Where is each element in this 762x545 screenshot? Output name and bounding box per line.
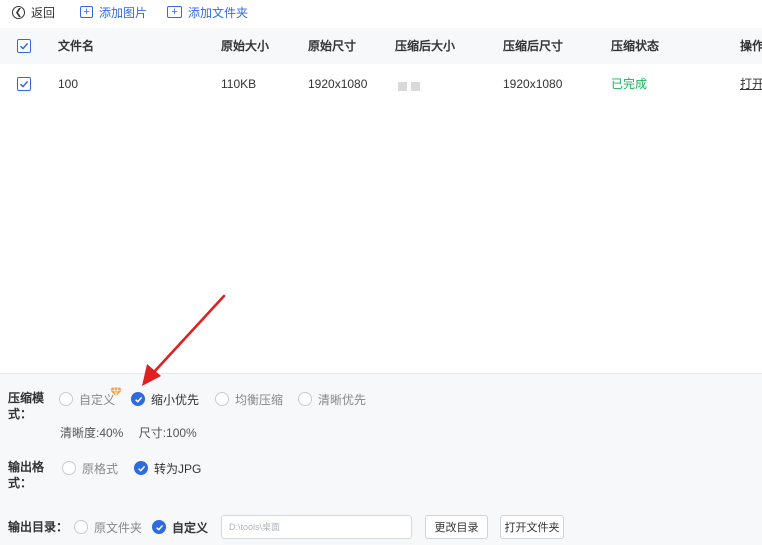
add-folder-button[interactable]: + 添加文件夹 xyxy=(167,4,248,20)
row-filename: 100 xyxy=(58,77,79,91)
col-original-size: 原始大小 xyxy=(221,39,270,53)
vip-gem-icon xyxy=(110,387,122,397)
radio-custom[interactable]: 自定义 xyxy=(59,391,115,407)
row-original-dimensions: 1920x1080 xyxy=(308,77,368,91)
row-compressed-size-blurred xyxy=(398,80,428,91)
open-folder-button[interactable]: 打开文件夹 xyxy=(500,515,564,539)
radio-unchecked-icon xyxy=(298,392,312,406)
back-button[interactable]: ❮ 返回 xyxy=(12,4,55,20)
table-header: 文件名 原始大小 原始尺寸 压缩后大小 压缩后尺寸 压缩状态 操作 xyxy=(0,28,762,64)
radio-clarity-first[interactable]: 清晰优先 xyxy=(298,391,366,407)
checkbox-checked-icon xyxy=(19,42,29,50)
radio-unchecked-icon xyxy=(74,520,88,534)
radio-custom-dir-label: 自定义 xyxy=(172,520,209,535)
radio-checked-icon xyxy=(131,392,145,406)
col-action: 操作 xyxy=(740,39,762,53)
radio-shrink-first-label: 缩小优先 xyxy=(151,392,200,407)
radio-to-jpg-label: 转为JPG xyxy=(154,461,202,476)
add-image-label: 添加图片 xyxy=(99,5,148,20)
size-value: 尺寸:100% xyxy=(138,426,197,440)
add-folder-label: 添加文件夹 xyxy=(188,5,249,20)
col-compressed-dimensions: 压缩后尺寸 xyxy=(503,39,564,53)
toolbar: ❮ 返回 + 添加图片 + 添加文件夹 xyxy=(0,0,762,24)
radio-checked-icon xyxy=(134,461,148,475)
col-filename: 文件名 xyxy=(58,39,95,53)
change-dir-button[interactable]: 更改目录 xyxy=(425,515,488,539)
radio-checked-icon xyxy=(152,520,166,534)
col-original-dimensions: 原始尺寸 xyxy=(308,39,357,53)
col-compressed-size: 压缩后大小 xyxy=(395,39,456,53)
select-all-checkbox[interactable] xyxy=(17,39,31,53)
add-image-button[interactable]: + 添加图片 xyxy=(80,4,147,20)
radio-original-format-label: 原格式 xyxy=(82,461,119,476)
radio-original-folder-label: 原文件夹 xyxy=(94,520,143,535)
back-icon: ❮ xyxy=(12,5,25,19)
radio-unchecked-icon xyxy=(59,392,73,406)
checkbox-checked-icon xyxy=(19,80,29,88)
add-image-icon: + xyxy=(80,6,93,18)
output-format-label: 输出格式： xyxy=(8,460,45,490)
radio-shrink-first[interactable]: 缩小优先 xyxy=(131,391,199,407)
row-checkbox[interactable] xyxy=(17,77,31,91)
compress-page: ❮ 返回 + 添加图片 + 添加文件夹 文件名 原始大小 原始尺寸 压缩后大小 … xyxy=(0,0,762,545)
radio-to-jpg[interactable]: 转为JPG xyxy=(134,460,201,476)
radio-balanced-label: 均衡压缩 xyxy=(235,392,284,407)
table-row: 100 110KB 1920x1080 1920x1080 已完成 打开 xyxy=(0,66,762,102)
row-compressed-dimensions: 1920x1080 xyxy=(503,77,563,91)
radio-unchecked-icon xyxy=(62,461,76,475)
radio-original-format[interactable]: 原格式 xyxy=(62,460,118,476)
radio-balanced[interactable]: 均衡压缩 xyxy=(215,391,283,407)
compress-settings-summary: 清晰度:40% 尺寸:100% xyxy=(60,424,209,441)
back-label: 返回 xyxy=(31,5,56,20)
radio-original-folder[interactable]: 原文件夹 xyxy=(74,519,142,535)
row-original-size: 110KB xyxy=(221,77,257,91)
col-status: 压缩状态 xyxy=(611,39,660,53)
row-status: 已完成 xyxy=(611,77,648,91)
radio-unchecked-icon xyxy=(215,392,229,406)
output-path-input[interactable]: D:\tools\桌面 xyxy=(221,515,412,539)
radio-custom-dir[interactable]: 自定义 xyxy=(152,519,208,535)
compress-mode-label: 压缩模式： xyxy=(8,391,45,421)
add-folder-icon: + xyxy=(167,6,182,18)
row-open-link[interactable]: 打开 xyxy=(740,66,762,102)
radio-clarity-first-label: 清晰优先 xyxy=(318,392,367,407)
output-dir-label: 输出目录： xyxy=(8,520,69,534)
clarity-value: 清晰度:40% xyxy=(60,426,124,440)
